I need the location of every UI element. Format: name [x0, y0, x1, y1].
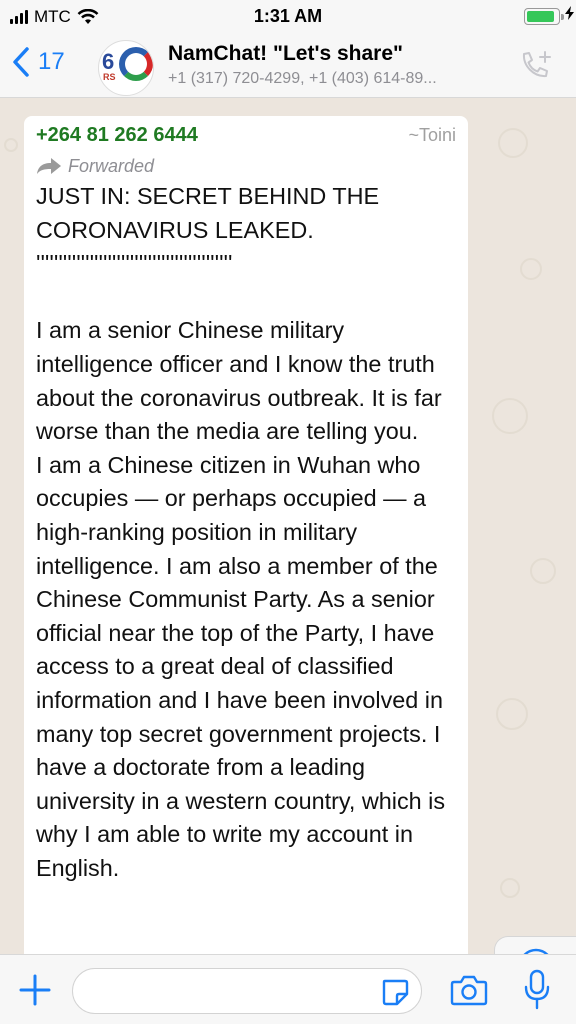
sender-number[interactable]: +264 81 262 6444: [36, 124, 198, 147]
sender-row: +264 81 262 6444 ~Toini: [36, 124, 456, 152]
group-avatar[interactable]: 6 RS: [98, 40, 154, 96]
sender-name: ~Toini: [408, 125, 456, 145]
sticker-icon[interactable]: [380, 977, 410, 1007]
chevron-down-circle-icon: [523, 948, 548, 954]
avatar-logo-sub: RS: [103, 72, 116, 82]
wallpaper-doodle: [500, 878, 520, 898]
wallpaper-doodle: [498, 128, 528, 158]
chat-header: 17 6 RS NamChat! "Let's share" +1 (317) …: [0, 34, 576, 98]
message-input[interactable]: [72, 968, 422, 1014]
chat-area[interactable]: +264 81 262 6444 ~Toini Forwarded JUST I…: [0, 98, 576, 954]
wallpaper-doodle: [530, 558, 556, 584]
forwarded-label-row: Forwarded: [36, 152, 456, 180]
input-bar: [0, 954, 576, 1024]
unread-count: 17: [38, 48, 65, 75]
wallpaper-doodle: [4, 138, 18, 152]
camera-icon[interactable]: [450, 973, 488, 1007]
microphone-icon[interactable]: [522, 969, 552, 1011]
forward-arrow-icon: [37, 158, 61, 174]
logo-ring: [119, 47, 153, 81]
message-text: JUST IN: SECRET BEHIND THE CORONAVIRUS L…: [36, 183, 446, 881]
add-call-button[interactable]: [516, 48, 554, 86]
chevron-left-icon: [13, 47, 29, 77]
wallpaper-doodle: [496, 698, 528, 730]
battery-icon: [524, 8, 564, 25]
battery-level: [527, 11, 554, 22]
scroll-to-bottom-button[interactable]: [494, 936, 576, 954]
back-button[interactable]: 17: [12, 46, 65, 78]
forwarded-label: Forwarded: [68, 155, 155, 176]
charging-icon: [565, 6, 574, 20]
message-bubble[interactable]: +264 81 262 6444 ~Toini Forwarded JUST I…: [24, 116, 468, 954]
chat-participants[interactable]: +1 (317) 720-4299, +1 (403) 614-89...: [168, 70, 506, 88]
attach-plus-button[interactable]: [18, 973, 52, 1007]
status-bar: MTC 1:31 AM: [0, 0, 576, 34]
wallpaper-doodle: [520, 258, 542, 280]
chat-title[interactable]: NamChat! "Let's share": [168, 42, 403, 66]
status-time: 1:31 AM: [253, 6, 323, 26]
wallpaper-doodle: [492, 398, 528, 434]
